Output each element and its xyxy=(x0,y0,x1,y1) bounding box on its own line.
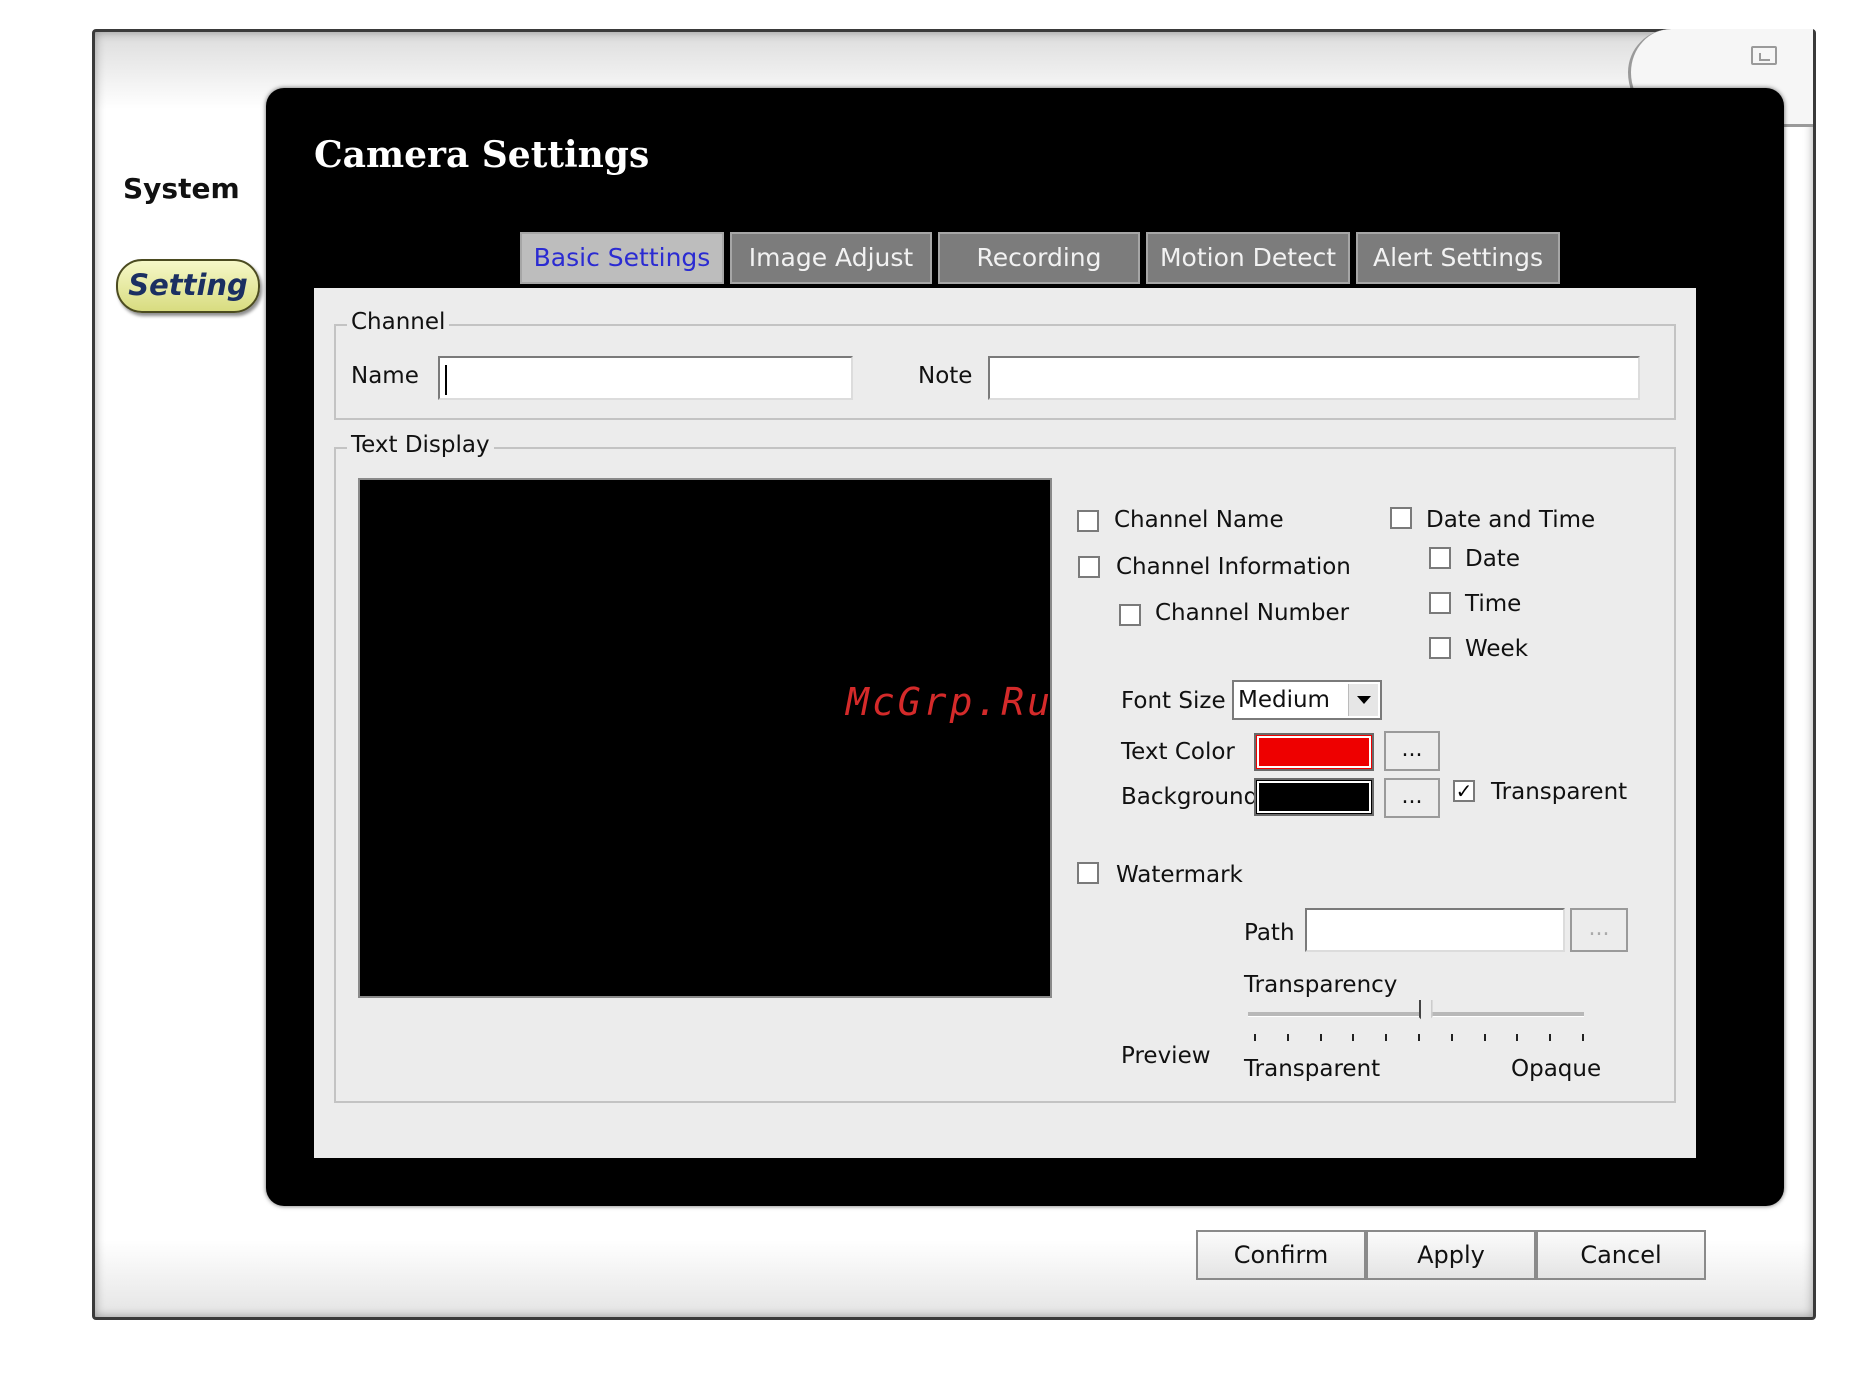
channel-information-checkbox-label: Channel Information xyxy=(1116,554,1351,580)
chevron-down-icon[interactable] xyxy=(1348,684,1378,716)
slider-tick xyxy=(1286,1034,1289,1041)
path-browse-button[interactable]: ... xyxy=(1570,908,1628,952)
slider-tick xyxy=(1254,1034,1256,1041)
transparency-label: Transparency xyxy=(1244,972,1398,998)
slider-tick xyxy=(1549,1034,1552,1041)
slider-tick xyxy=(1385,1034,1388,1041)
channel-number-checkbox[interactable] xyxy=(1119,604,1141,626)
transparent-checkbox[interactable]: ✓ xyxy=(1453,780,1475,802)
watermark-checkbox-label: Watermark xyxy=(1116,862,1243,888)
background-label: Background xyxy=(1121,784,1259,810)
week-checkbox[interactable] xyxy=(1429,637,1451,659)
checkmark-icon: ✓ xyxy=(1455,779,1473,803)
channel-legend: Channel xyxy=(347,309,450,335)
text-preview-area xyxy=(358,478,1052,998)
font-size-label: Font Size xyxy=(1121,688,1226,714)
slider-tick xyxy=(1418,1034,1420,1041)
tab-image-adjust[interactable]: Image Adjust xyxy=(730,232,932,284)
confirm-button[interactable]: Confirm xyxy=(1196,1230,1366,1280)
channel-number-checkbox-label: Channel Number xyxy=(1155,600,1350,626)
text-display-legend: Text Display xyxy=(347,432,494,458)
slider-max-label: Opaque xyxy=(1511,1056,1602,1082)
channel-name-checkbox-label: Channel Name xyxy=(1114,507,1284,533)
date-checkbox-label: Date xyxy=(1465,546,1520,572)
cancel-button[interactable]: Cancel xyxy=(1536,1230,1706,1280)
channel-name-input[interactable] xyxy=(438,356,853,400)
sidebar-title: System xyxy=(123,172,240,205)
text-color-picker-button[interactable]: ... xyxy=(1384,731,1440,771)
tab-motion-detect[interactable]: Motion Detect xyxy=(1146,232,1350,284)
name-label: Name xyxy=(351,363,419,389)
slider-tick xyxy=(1319,1034,1322,1041)
setting-nav-button[interactable]: Setting xyxy=(116,259,260,313)
slider-tick xyxy=(1352,1034,1355,1041)
text-color-label: Text Color xyxy=(1121,739,1235,765)
background-color-swatch[interactable] xyxy=(1254,778,1374,816)
tab-basic-settings[interactable]: Basic Settings xyxy=(520,232,724,284)
slider-tick xyxy=(1483,1034,1486,1041)
slider-min-label: Transparent xyxy=(1244,1056,1381,1082)
date-checkbox[interactable] xyxy=(1429,547,1451,569)
font-size-value: Medium xyxy=(1238,687,1330,713)
tab-recording[interactable]: Recording xyxy=(938,232,1140,284)
slider-tick xyxy=(1582,1034,1584,1041)
time-checkbox[interactable] xyxy=(1429,592,1451,614)
week-checkbox-label: Week xyxy=(1465,636,1529,662)
path-label: Path xyxy=(1244,920,1295,946)
watermark-path-input[interactable] xyxy=(1305,908,1565,952)
time-checkbox-label: Time xyxy=(1465,591,1522,617)
text-color-swatch[interactable] xyxy=(1254,733,1374,771)
slider-tick xyxy=(1450,1034,1453,1041)
page-title: Camera Settings xyxy=(314,134,650,176)
background-color-picker-button[interactable]: ... xyxy=(1384,778,1440,818)
channel-note-input[interactable] xyxy=(988,356,1640,400)
preview-label: Preview xyxy=(1121,1043,1211,1069)
transparency-slider[interactable] xyxy=(1248,1012,1584,1017)
date-and-time-checkbox[interactable] xyxy=(1390,507,1412,529)
site-watermark: McGrp.Ru xyxy=(846,680,1054,724)
slider-tick xyxy=(1516,1034,1519,1041)
apply-button[interactable]: Apply xyxy=(1366,1230,1536,1280)
transparent-checkbox-label: Transparent xyxy=(1491,779,1628,805)
text-caret xyxy=(445,365,447,395)
channel-information-checkbox[interactable] xyxy=(1078,556,1100,578)
restore-window-icon[interactable] xyxy=(1751,46,1777,65)
channel-name-checkbox[interactable] xyxy=(1077,510,1099,532)
note-label: Note xyxy=(918,363,973,389)
watermark-checkbox[interactable] xyxy=(1077,862,1099,884)
font-size-select[interactable]: Medium xyxy=(1232,680,1382,720)
tab-alert-settings[interactable]: Alert Settings xyxy=(1356,232,1560,284)
date-and-time-checkbox-label: Date and Time xyxy=(1426,507,1596,533)
